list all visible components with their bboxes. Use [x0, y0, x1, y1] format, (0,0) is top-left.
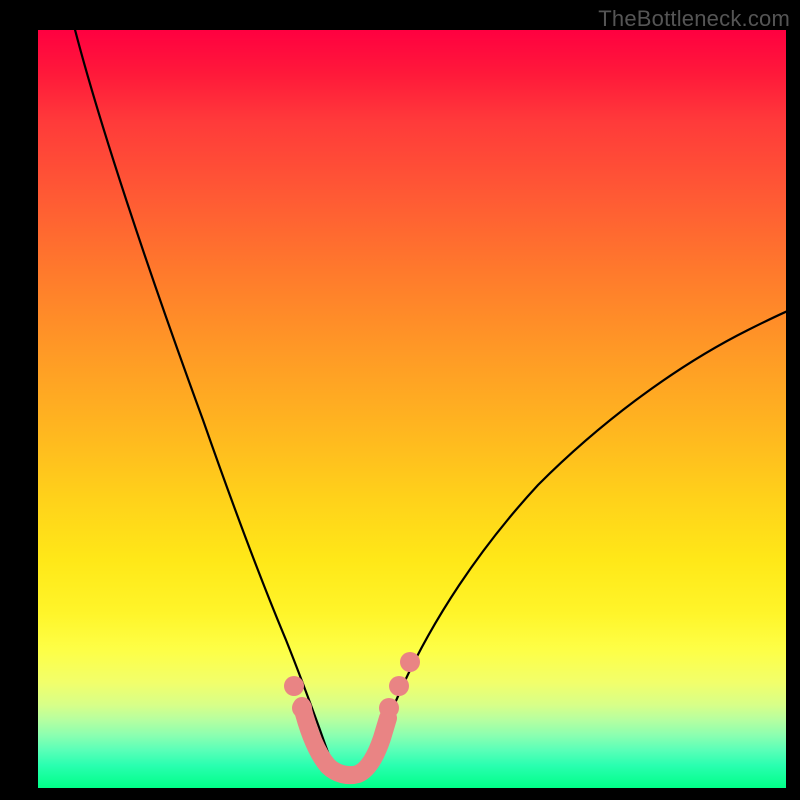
chart-plot-area [38, 30, 786, 788]
curve-right-branch [360, 310, 786, 780]
highlight-dot-left-lower [292, 698, 312, 718]
curve-left-branch [73, 30, 338, 778]
chart-frame: TheBottleneck.com [0, 0, 800, 800]
highlight-dot-right-1 [379, 698, 399, 718]
highlight-dot-right-2 [389, 676, 409, 696]
chart-svg [38, 30, 786, 788]
highlight-dot-right-3 [400, 652, 420, 672]
watermark-text: TheBottleneck.com [598, 6, 790, 32]
highlight-dot-left-upper [284, 676, 304, 696]
